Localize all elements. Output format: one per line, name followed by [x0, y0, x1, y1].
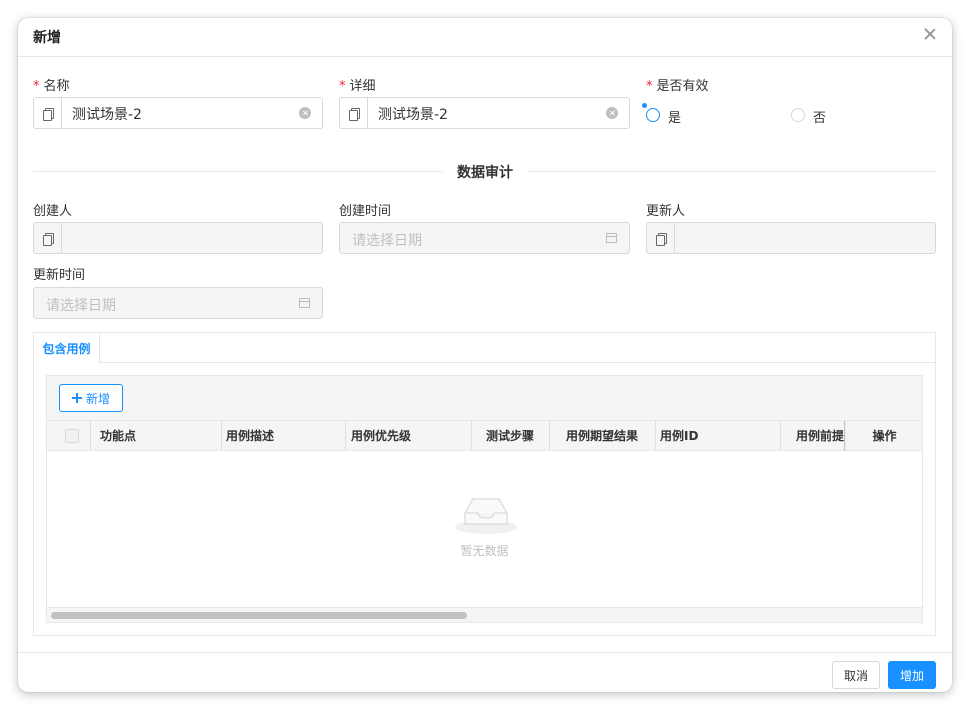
- table-toolbar: 新增: [47, 376, 922, 421]
- col-steps[interactable]: 测试步骤: [471, 421, 549, 451]
- col-description[interactable]: 用例描述: [226, 421, 346, 451]
- calendar-icon: [606, 233, 617, 243]
- col-separator: [90, 421, 91, 451]
- radio-yes[interactable]: [646, 108, 660, 122]
- created-at-placeholder: 请选择日期: [352, 233, 422, 249]
- col-separator: [655, 421, 656, 451]
- updater-addon: [647, 223, 675, 253]
- add-case-button[interactable]: 新增: [59, 384, 123, 412]
- select-all-checkbox[interactable]: [65, 429, 79, 443]
- updated-at-placeholder: 请选择日期: [46, 298, 116, 314]
- close-icon[interactable]: [922, 26, 938, 42]
- updater-label: 更新人: [646, 204, 686, 219]
- dialog-footer: 取消 增加: [18, 652, 952, 692]
- clear-icon[interactable]: [606, 107, 618, 119]
- valid-label: * 是否有效: [646, 79, 709, 94]
- required-mark: *: [646, 79, 653, 94]
- empty-text: 暂无数据: [460, 544, 509, 558]
- dialog-header: 新增: [18, 18, 952, 57]
- col-priority[interactable]: 用例优先级: [351, 421, 471, 451]
- updated-at-label: 更新时间: [33, 268, 86, 283]
- col-precondition[interactable]: 用例前提: [796, 421, 844, 451]
- copy-icon: [43, 232, 54, 246]
- name-addon[interactable]: [34, 98, 62, 128]
- name-label: * 名称: [33, 79, 70, 94]
- created-at-picker[interactable]: 请选择日期: [339, 222, 630, 254]
- horizontal-scrollbar[interactable]: [47, 607, 922, 622]
- divider-left: [33, 171, 443, 172]
- col-case-id[interactable]: 用例ID: [660, 421, 770, 451]
- col-feature[interactable]: 功能点: [100, 421, 220, 451]
- radio-no[interactable]: [791, 108, 805, 122]
- audit-divider-title: 数据审计: [457, 165, 513, 181]
- col-actions[interactable]: 操作: [847, 421, 922, 451]
- copy-icon: [349, 107, 360, 121]
- name-value: 测试场景-2: [72, 107, 142, 123]
- required-mark: *: [33, 79, 40, 94]
- updated-at-picker[interactable]: 请选择日期: [33, 287, 323, 319]
- creator-addon: [34, 223, 62, 253]
- creator-input[interactable]: [33, 222, 323, 254]
- add-dialog: 新增 * 名称 * 详细 * 是否有效 测试场景-2 测试场景-2 是 否 数据审计 …: [18, 18, 952, 692]
- detail-input[interactable]: 测试场景-2: [339, 97, 630, 129]
- radio-yes-label: 是: [668, 111, 682, 126]
- tabs-container: 包含用例 新增 功能点 用例描述 用例优先级 测试步骤 用例期望结果 用例ID …: [33, 332, 936, 636]
- dialog-title: 新增: [33, 30, 61, 46]
- cancel-button[interactable]: 取消: [832, 661, 880, 689]
- divider-right: [528, 171, 936, 172]
- copy-icon: [656, 232, 667, 246]
- clear-icon[interactable]: [299, 107, 311, 119]
- created-at-label: 创建时间: [339, 204, 392, 219]
- detail-label: * 详细: [339, 79, 376, 94]
- copy-icon: [43, 107, 54, 121]
- plus-icon: [71, 393, 82, 403]
- scrollbar-thumb[interactable]: [51, 612, 467, 619]
- col-separator: [780, 421, 781, 451]
- creator-label: 创建人: [33, 204, 73, 219]
- col-separator: [221, 421, 222, 451]
- table-header: 功能点 用例描述 用例优先级 测试步骤 用例期望结果 用例ID 用例前提 操作: [47, 421, 922, 451]
- updater-input[interactable]: [646, 222, 936, 254]
- tab-bar: 包含用例: [34, 333, 935, 364]
- name-input[interactable]: 测试场景-2: [33, 97, 323, 129]
- detail-value: 测试场景-2: [378, 107, 448, 123]
- focus-dot-icon: [642, 103, 647, 108]
- empty-inbox-icon: [455, 498, 517, 534]
- radio-no-label: 否: [813, 111, 827, 126]
- col-expected-result[interactable]: 用例期望结果: [549, 421, 655, 451]
- add-case-label: 新增: [85, 391, 110, 406]
- detail-addon[interactable]: [340, 98, 368, 128]
- col-separator: [345, 421, 346, 451]
- add-submit-button[interactable]: 增加: [888, 661, 936, 689]
- required-mark: *: [339, 79, 346, 94]
- tab-included-cases[interactable]: 包含用例: [34, 333, 100, 364]
- cases-table-panel: 新增 功能点 用例描述 用例优先级 测试步骤 用例期望结果 用例ID 用例前提: [46, 375, 923, 623]
- calendar-icon: [299, 298, 310, 308]
